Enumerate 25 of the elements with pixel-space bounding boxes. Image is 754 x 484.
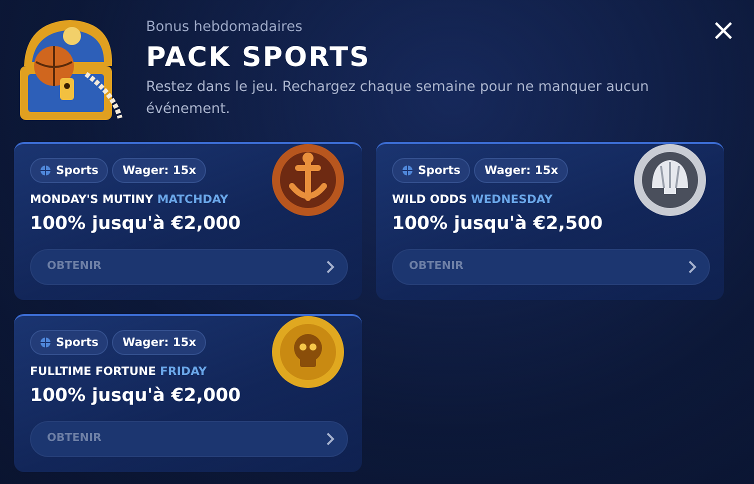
ball-icon: [40, 337, 51, 348]
pack-description: Restez dans le jeu. Rechargez chaque semaine pour ne manquer aucun événement.: [146, 78, 650, 119]
wager-tag: Wager: 15x: [112, 158, 206, 184]
claim-button[interactable]: OBTENIR: [30, 420, 348, 456]
offer-title: FULLTIME FORTUNE FRIDAY: [30, 363, 208, 380]
offer-amount: 100% jusqu'à €2,000: [30, 384, 242, 408]
offer-amount: 100% jusqu'à €2,000: [30, 212, 242, 236]
offer-amount: 100% jusqu'à €2,500: [392, 212, 604, 236]
category-tag: Sports: [30, 158, 108, 184]
chevron-right-icon: [326, 260, 335, 274]
wager-tag: Wager: 15x: [474, 158, 568, 184]
offer-title: WILD ODDS WEDNESDAY: [392, 191, 554, 208]
section-subtitle: Bonus hebdomadaires: [146, 18, 304, 37]
chevron-right-icon: [326, 432, 335, 446]
close-button[interactable]: ×: [706, 16, 740, 46]
wager-tag: Wager: 15x: [112, 330, 206, 356]
category-tag: Sports: [392, 158, 470, 184]
chevron-right-icon: [688, 260, 697, 274]
category-tag: Sports: [30, 330, 108, 356]
offer-title: MONDAY'S MUTINY MATCHDAY: [30, 191, 230, 208]
ball-icon: [40, 165, 51, 176]
claim-button[interactable]: OBTENIR: [30, 248, 348, 284]
claim-button[interactable]: OBTENIR: [392, 248, 710, 284]
pack-title: PACK SPORTS: [146, 42, 372, 74]
ball-icon: [402, 165, 413, 176]
